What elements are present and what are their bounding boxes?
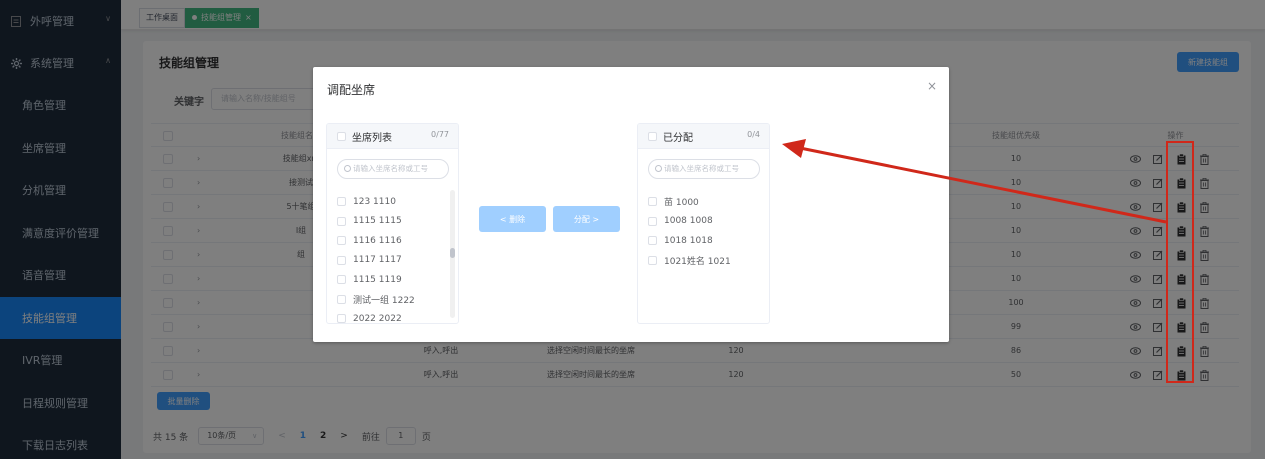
item-label: 1117 1117 [353,255,402,266]
item-checkbox[interactable] [648,236,657,246]
item-checkbox[interactable] [648,255,657,265]
agent-list: 123 1110 1115 1115 1116 1116 1117 1117 1115 … [327,192,458,324]
assigned-search-input[interactable]: 请输入坐席名称或工号 [648,159,760,179]
item-checkbox[interactable] [648,197,657,207]
item-checkbox[interactable] [337,197,346,207]
item-label: 测试一组 1222 [353,295,415,306]
search-icon [655,165,662,172]
agent-list-panel: 坐席列表 0/77 请输入坐席名称或工号 123 1110 1115 1115 11… [326,123,459,324]
list-item[interactable]: 1021姓名 1021 [638,251,769,271]
item-label: 1008 1008 [664,216,713,227]
panel-header: 已分配 0/4 [638,124,769,149]
panel-count: 0/4 [747,130,760,139]
remove-button[interactable]: < 删除 [479,206,546,232]
select-all-checkbox[interactable] [648,132,657,141]
assigned-panel: 已分配 0/4 请输入坐席名称或工号 苗 1000 1008 1008 1018 1… [637,123,770,324]
search-placeholder: 请输入坐席名称或工号 [664,164,739,173]
item-checkbox[interactable] [337,216,346,226]
panel-count: 0/77 [431,130,449,139]
list-item[interactable]: 测试一组 1222 [327,290,458,310]
agent-search-input[interactable]: 请输入坐席名称或工号 [337,159,449,179]
list-item[interactable]: 1018 1018 [638,231,769,251]
item-checkbox[interactable] [337,255,346,265]
list-item[interactable]: 2022 2022 [327,309,458,324]
list-item[interactable]: 苗 1000 [638,192,769,212]
item-label: 2022 2022 [353,313,402,324]
item-label: 1115 1119 [353,274,402,285]
item-checkbox[interactable] [337,236,346,246]
search-icon [344,165,351,172]
assign-button[interactable]: 分配 > [553,206,620,232]
list-item[interactable]: 1115 1115 [327,212,458,232]
search-placeholder: 请输入坐席名称或工号 [353,164,428,173]
item-checkbox[interactable] [337,275,346,285]
panel-title: 已分配 [663,133,693,144]
list-item[interactable]: 1008 1008 [638,212,769,232]
dialog-title: 调配坐席 [327,83,376,97]
item-checkbox[interactable] [648,216,657,226]
annotation-highlight-box [1166,141,1194,383]
close-icon[interactable]: × [927,79,937,93]
item-label: 1018 1018 [664,235,713,246]
item-checkbox[interactable] [337,294,346,304]
list-item[interactable]: 1116 1116 [327,231,458,251]
item-label: 123 1110 [353,196,396,207]
item-label: 1116 1116 [353,235,402,246]
list-item[interactable]: 1117 1117 [327,251,458,271]
item-label: 苗 1000 [664,198,699,209]
scrollbar-thumb[interactable] [450,248,455,258]
select-all-checkbox[interactable] [337,132,346,141]
item-label: 1115 1115 [353,216,402,227]
assigned-list: 苗 1000 1008 1008 1018 1018 1021姓名 1021 [638,192,769,270]
list-item[interactable]: 123 1110 [327,192,458,212]
item-checkbox[interactable] [337,314,346,323]
item-label: 1021姓名 1021 [664,256,731,267]
assign-agents-dialog: 调配坐席 × 坐席列表 0/77 请输入坐席名称或工号 123 1110 1115… [313,67,949,342]
list-item[interactable]: 1115 1119 [327,270,458,290]
panel-title: 坐席列表 [352,133,392,144]
panel-header: 坐席列表 0/77 [327,124,458,149]
